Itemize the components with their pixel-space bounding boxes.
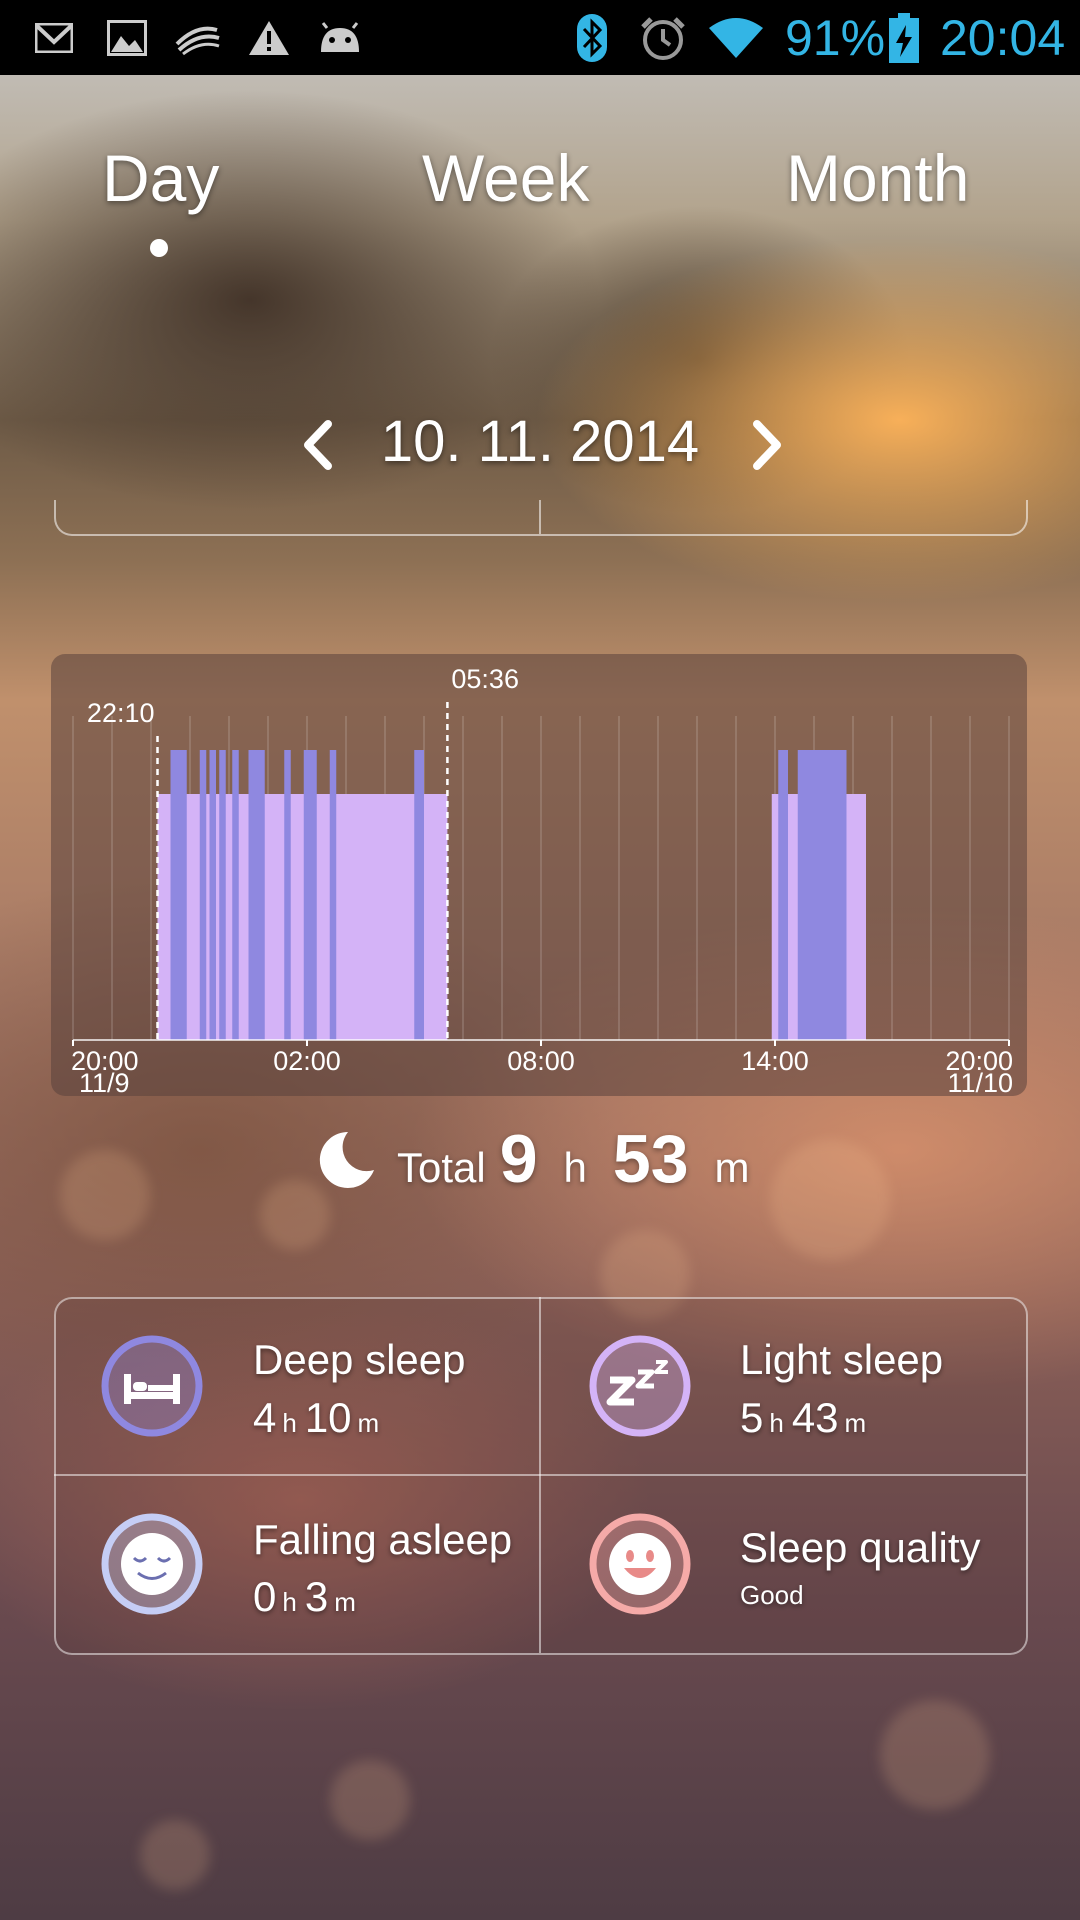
falling-asleep-value: 0h3m — [253, 1573, 364, 1621]
total-minutes-unit: m — [714, 1144, 750, 1191]
android-icon — [316, 14, 364, 62]
x-tick-label: 02:00 — [273, 1046, 341, 1076]
sleep-chart: 22:1005:3620:0011/902:00 08:00 14:00 20:001… — [71, 664, 1013, 1096]
battery-percent: 91% — [785, 10, 886, 66]
smiley-icon — [589, 1513, 691, 1615]
x-tick-label: 14:00 — [741, 1046, 809, 1076]
total-label: Total — [397, 1144, 486, 1191]
status-bar: 91% 20:04 — [0, 0, 1080, 75]
falling-asleep-minutes-unit: m — [334, 1587, 356, 1617]
falling-asleep-hours: 0 — [253, 1573, 277, 1620]
light-sleep-hours-unit: h — [769, 1408, 784, 1438]
deep-sleep-bar — [199, 750, 207, 1040]
falling-asleep-title: Falling asleep — [253, 1516, 513, 1563]
deep-sleep-hours: 4 — [253, 1394, 277, 1441]
swiftkey-icon — [172, 14, 222, 62]
light-sleep-minutes-unit: m — [844, 1408, 867, 1438]
x-tick-date-label: 11/10 — [947, 1068, 1013, 1096]
selected-tab-indicator — [150, 239, 168, 257]
tab-day[interactable]: Day — [102, 140, 219, 216]
deep-sleep-hours-unit: h — [282, 1408, 297, 1438]
falling-asleep-hours-unit: h — [282, 1587, 297, 1617]
light-sleep-minutes: 43 — [791, 1394, 839, 1441]
deep-sleep-bar — [170, 750, 187, 1040]
deep-sleep-bar — [778, 750, 788, 1040]
deep-sleep-bar — [248, 750, 265, 1040]
clock: 20:04 — [940, 10, 1066, 66]
total-hours-unit: h — [563, 1144, 587, 1191]
total-hours: 9 — [499, 1121, 538, 1197]
deep-sleep-bar — [797, 750, 847, 1040]
zzz-icon — [589, 1335, 691, 1437]
deep-sleep-bar — [303, 750, 317, 1040]
light-sleep-hours: 5 — [740, 1394, 764, 1441]
deep-sleep-title: Deep sleep — [253, 1336, 466, 1383]
bluetooth-icon — [574, 14, 610, 62]
moon-icon — [319, 1131, 374, 1188]
battery-charging-icon — [888, 13, 920, 63]
top-panel-divider — [539, 500, 541, 534]
total-sleep: Total 9 h 53 m — [397, 1120, 750, 1220]
wifi-icon — [706, 14, 766, 62]
sleep-start-label: 22:10 — [87, 698, 155, 728]
chevron-right-icon — [753, 420, 781, 470]
deep-sleep-value: 4 h 10 m — [253, 1394, 387, 1442]
deep-sleep-bar — [284, 750, 291, 1040]
sleep-quality-title: Sleep quality — [740, 1524, 981, 1571]
deep-sleep-bar — [219, 750, 226, 1040]
sleeping-face-icon — [101, 1513, 203, 1615]
total-minutes: 53 — [612, 1121, 689, 1197]
stats-grid-horizontal-divider — [54, 1474, 1026, 1476]
deep-sleep-bar — [414, 750, 424, 1040]
deep-sleep-minutes-unit: m — [357, 1408, 380, 1438]
deep-sleep-bar — [232, 750, 239, 1040]
falling-asleep-minutes: 3 — [304, 1573, 329, 1620]
sleep-quality-value: Good — [740, 1580, 804, 1610]
tab-month[interactable]: Month — [786, 140, 969, 216]
warning-icon — [246, 14, 292, 62]
deep-sleep-bar — [209, 750, 216, 1040]
top-panel-frame — [54, 500, 1028, 536]
alarm-icon — [638, 14, 688, 62]
gallery-icon — [106, 14, 148, 62]
light-sleep-value: 5 h 43 m — [740, 1394, 874, 1442]
light-sleep-title: Light sleep — [740, 1336, 944, 1383]
x-tick-date-label: 11/9 — [79, 1068, 130, 1096]
gmail-icon — [34, 14, 74, 62]
x-tick-label: 08:00 — [507, 1046, 575, 1076]
tab-week[interactable]: Week — [422, 140, 590, 216]
next-day-button[interactable] — [735, 410, 795, 480]
bed-icon — [101, 1335, 203, 1437]
date-label: 10. 11. 2014 — [380, 409, 700, 474]
sleep-end-label: 05:36 — [451, 664, 519, 694]
deep-sleep-bar — [329, 750, 337, 1040]
deep-sleep-minutes: 10 — [304, 1394, 352, 1441]
